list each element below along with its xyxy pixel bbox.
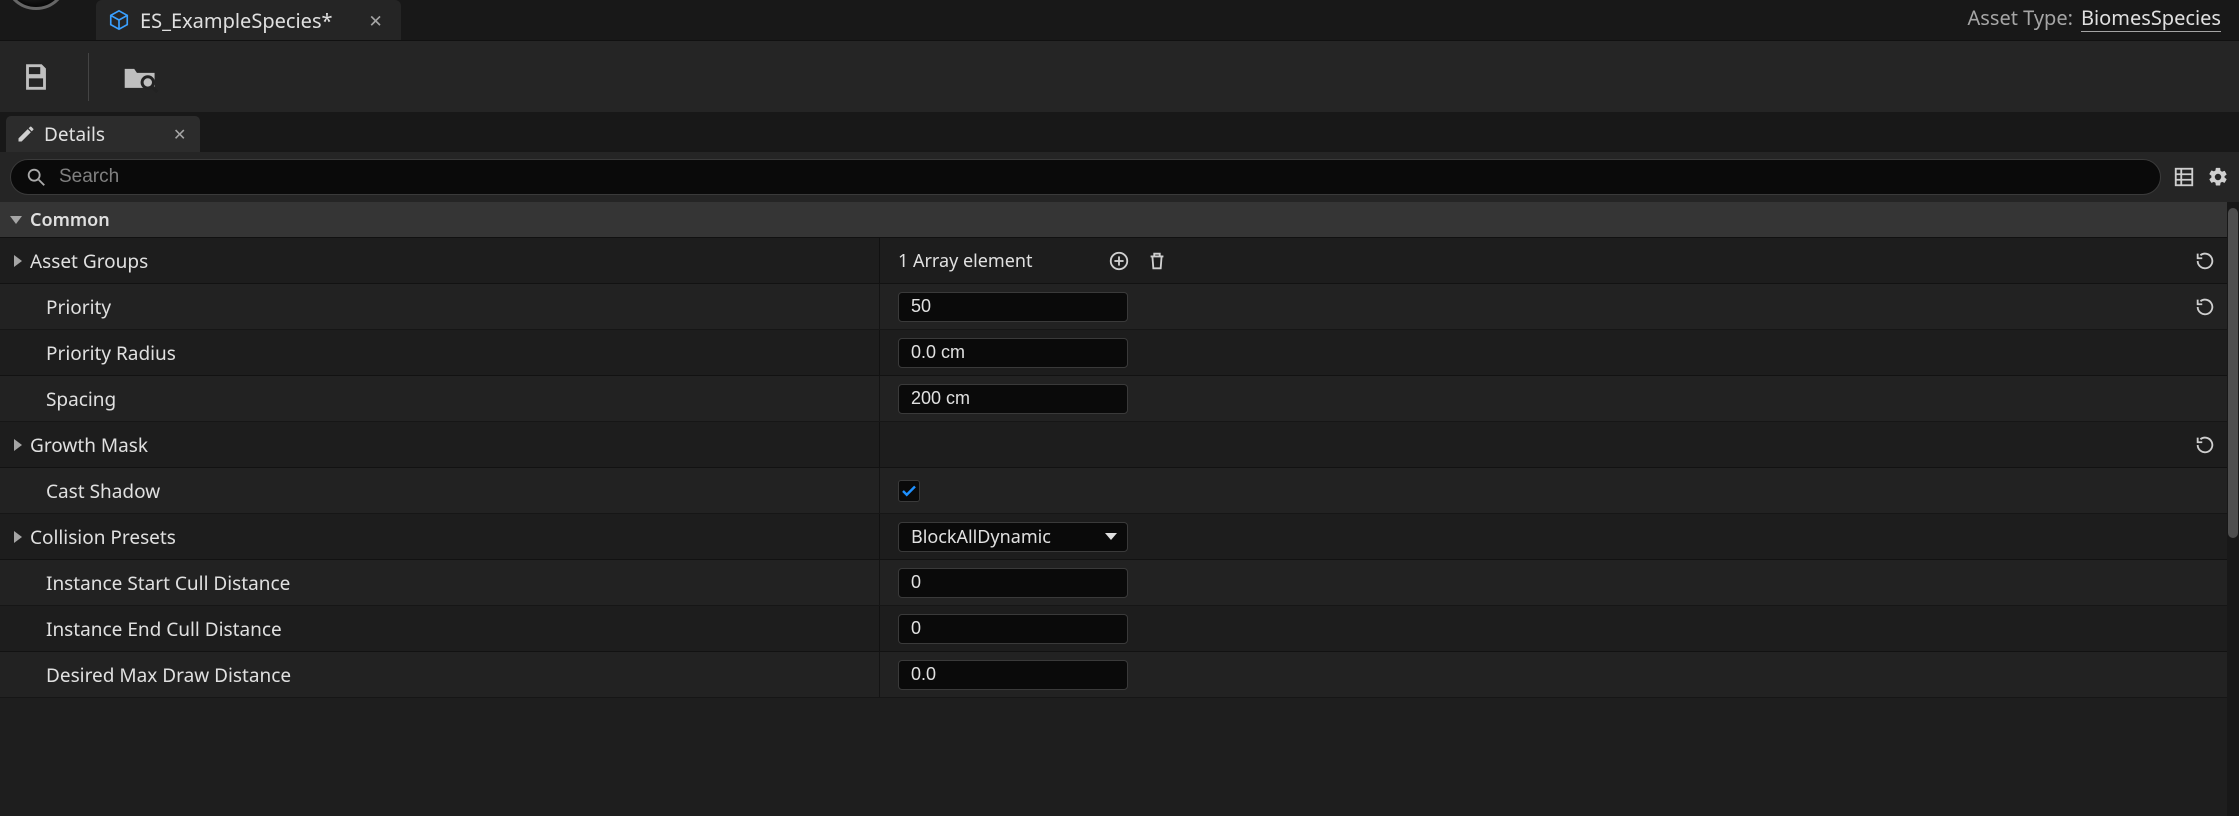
desired-max-draw-input[interactable] <box>898 660 1128 690</box>
label-text: Desired Max Draw Distance <box>46 662 291 688</box>
label-cast-shadow: Cast Shadow <box>0 468 880 513</box>
label-spacing: Spacing <box>0 376 880 421</box>
reset-to-default-icon[interactable] <box>2193 295 2217 319</box>
spacing-input[interactable] <box>898 384 1128 414</box>
collision-presets-selected: BlockAllDynamic <box>911 525 1051 549</box>
label-text: Cast Shadow <box>46 478 160 504</box>
priority-radius-input[interactable] <box>898 338 1128 368</box>
row-instance-end-cull: Instance End Cull Distance <box>0 606 2227 652</box>
value-collision-presets: BlockAllDynamic <box>880 514 2227 559</box>
row-instance-start-cull: Instance Start Cull Distance <box>0 560 2227 606</box>
label-instance-start-cull: Instance Start Cull Distance <box>0 560 880 605</box>
label-instance-end-cull: Instance End Cull Distance <box>0 606 880 651</box>
close-details-tab-icon[interactable]: ✕ <box>173 123 186 145</box>
details-search-row <box>0 152 2239 202</box>
label-desired-max-draw: Desired Max Draw Distance <box>0 652 880 697</box>
instance-start-cull-input[interactable] <box>898 568 1128 598</box>
reset-to-default-icon[interactable] <box>2193 249 2217 273</box>
expand-caret-icon <box>10 216 22 224</box>
value-instance-start-cull <box>880 560 2227 605</box>
details-search-wrap <box>10 159 2161 195</box>
array-summary: 1 Array element <box>898 249 1033 273</box>
property-matrix-icon[interactable] <box>2173 166 2195 188</box>
clear-array-icon[interactable] <box>1145 249 1169 273</box>
asset-type-caption: Asset Type: <box>1968 4 2074 31</box>
reset-to-default-icon[interactable] <box>2193 433 2217 457</box>
title-bar: U ES_ExampleSpecies* ✕ Asset Type: Biome… <box>0 0 2239 40</box>
row-asset-groups: Asset Groups 1 Array element <box>0 238 2227 284</box>
search-icon <box>25 166 47 188</box>
label-asset-groups[interactable]: Asset Groups <box>0 238 880 283</box>
toolbar <box>0 40 2239 112</box>
app-logo-icon: U <box>4 0 68 10</box>
details-tab[interactable]: Details ✕ <box>6 116 200 152</box>
value-desired-max-draw <box>880 652 2227 697</box>
label-text: Growth Mask <box>30 432 148 458</box>
label-text: Spacing <box>46 386 116 412</box>
pencil-icon <box>16 124 36 144</box>
label-growth-mask[interactable]: Growth Mask <box>0 422 880 467</box>
label-priority-radius: Priority Radius <box>0 330 880 375</box>
property-scroll: Common Asset Groups 1 Array element <box>0 202 2227 816</box>
row-priority-radius: Priority Radius <box>0 330 2227 376</box>
close-tab-icon[interactable]: ✕ <box>369 9 383 32</box>
asset-tab-title: ES_ExampleSpecies* <box>140 7 333 34</box>
expand-caret-icon <box>14 531 22 543</box>
row-spacing: Spacing <box>0 376 2227 422</box>
priority-input[interactable] <box>898 292 1128 322</box>
label-text: Instance Start Cull Distance <box>46 570 290 596</box>
expand-caret-icon <box>14 439 22 451</box>
value-instance-end-cull <box>880 606 2227 651</box>
label-text: Collision Presets <box>30 524 176 550</box>
details-tab-label: Details <box>44 121 105 147</box>
row-collision-presets: Collision Presets BlockAllDynamic <box>0 514 2227 560</box>
value-cast-shadow <box>880 468 2227 513</box>
chevron-down-icon <box>1105 533 1117 540</box>
value-priority <box>880 284 2227 329</box>
label-text: Priority <box>46 294 111 320</box>
app-logo-slot: U <box>0 0 90 40</box>
details-search-input[interactable] <box>57 165 2146 189</box>
row-desired-max-draw: Desired Max Draw Distance <box>0 652 2227 698</box>
panel-tab-row: Details ✕ <box>0 112 2239 152</box>
browse-button[interactable] <box>119 55 163 99</box>
save-button[interactable] <box>14 55 58 99</box>
row-cast-shadow: Cast Shadow <box>0 468 2227 514</box>
value-spacing <box>880 376 2227 421</box>
asset-type-label: Asset Type: BiomesSpecies <box>1968 4 2222 32</box>
settings-gear-icon[interactable] <box>2207 166 2229 188</box>
row-growth-mask: Growth Mask <box>0 422 2227 468</box>
vertical-scrollbar[interactable] <box>2227 202 2239 816</box>
category-name: Common <box>30 208 110 232</box>
label-text: Instance End Cull Distance <box>46 616 282 642</box>
label-text: Priority Radius <box>46 340 176 366</box>
label-priority: Priority <box>0 284 880 329</box>
toolbar-separator <box>88 53 89 101</box>
asset-type-link[interactable]: BiomesSpecies <box>2081 4 2221 32</box>
value-growth-mask <box>880 422 2227 467</box>
cube-icon <box>108 9 130 31</box>
value-priority-radius <box>880 330 2227 375</box>
label-text: Asset Groups <box>30 248 148 274</box>
scrollbar-thumb[interactable] <box>2228 208 2238 538</box>
property-area: Common Asset Groups 1 Array element <box>0 202 2239 816</box>
value-asset-groups: 1 Array element <box>880 238 2227 283</box>
asset-tab[interactable]: ES_ExampleSpecies* ✕ <box>96 0 401 40</box>
category-header-common[interactable]: Common <box>0 202 2227 238</box>
collision-presets-dropdown[interactable]: BlockAllDynamic <box>898 522 1128 552</box>
expand-caret-icon <box>14 255 22 267</box>
add-array-element-icon[interactable] <box>1107 249 1131 273</box>
label-collision-presets[interactable]: Collision Presets <box>0 514 880 559</box>
row-priority: Priority <box>0 284 2227 330</box>
cast-shadow-checkbox[interactable] <box>898 480 920 502</box>
instance-end-cull-input[interactable] <box>898 614 1128 644</box>
